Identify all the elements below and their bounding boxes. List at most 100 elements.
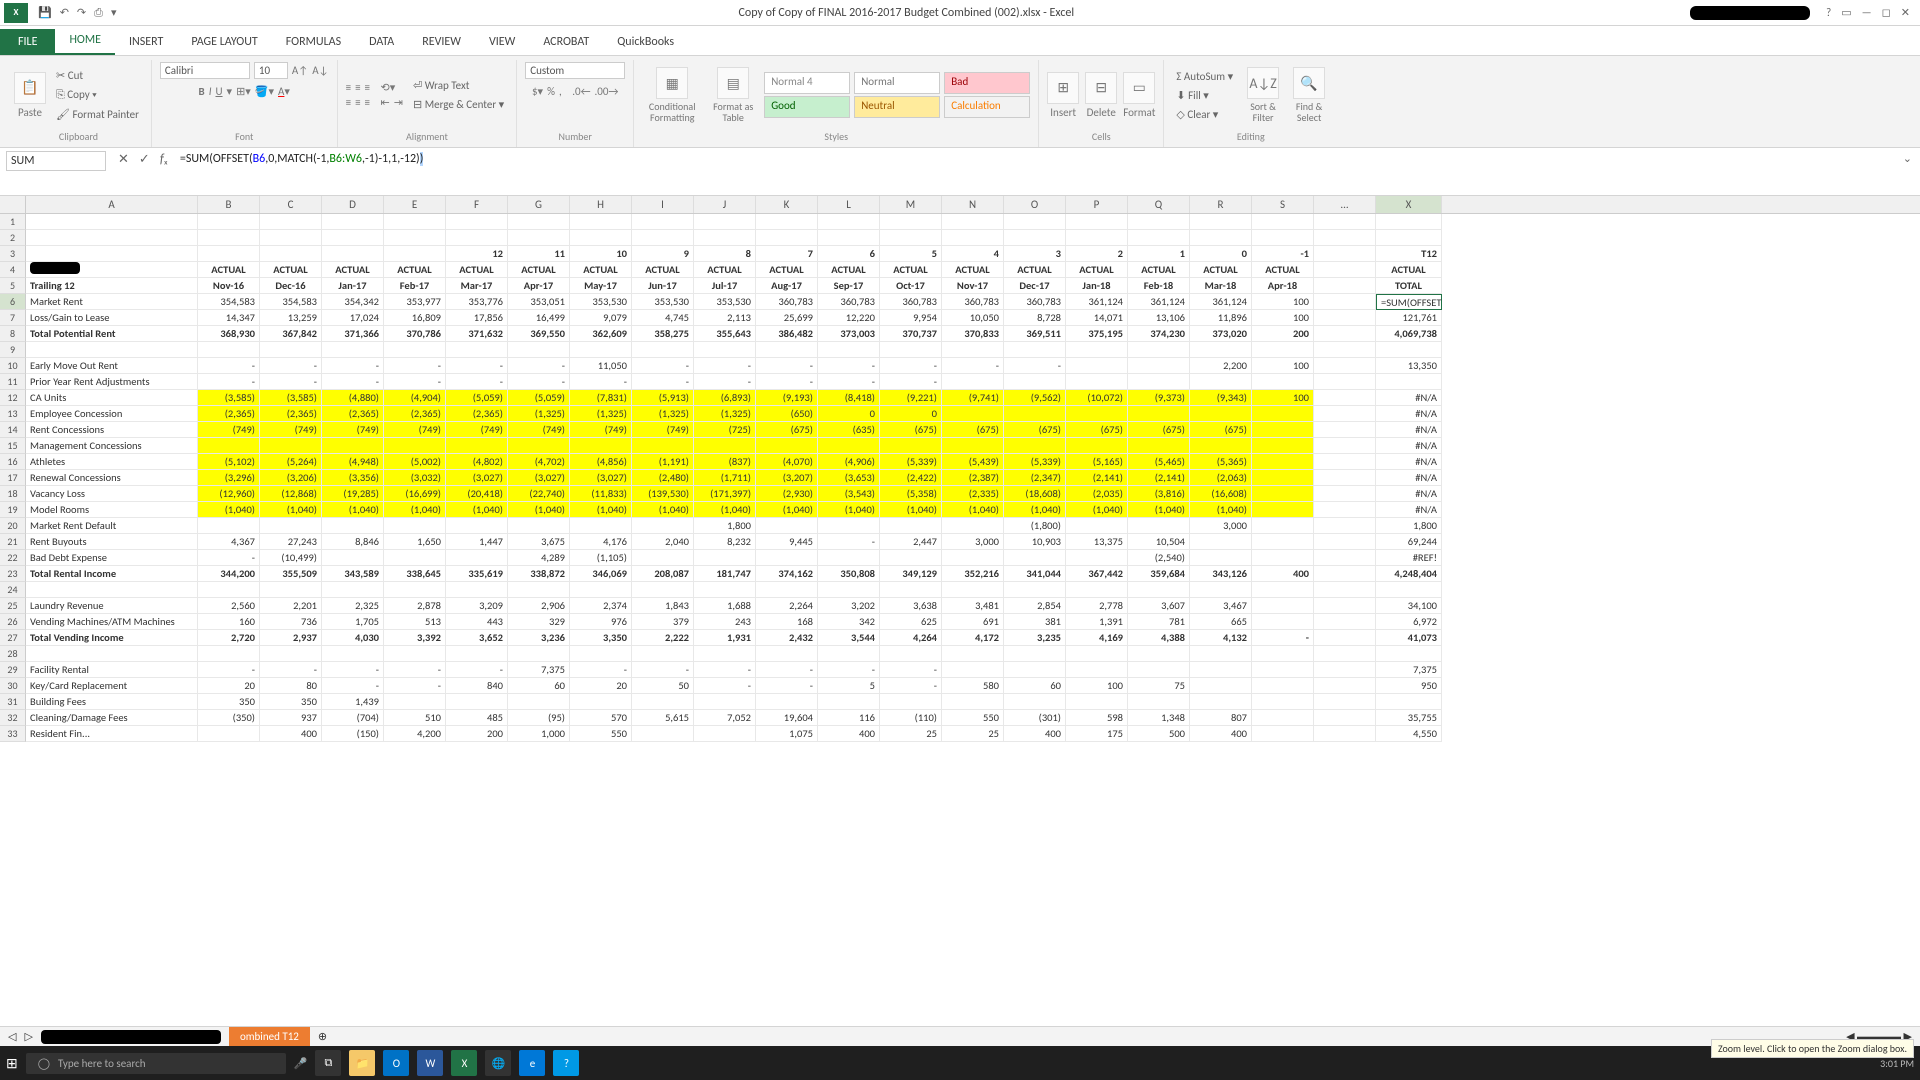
cell-F6[interactable]: 353,776: [446, 294, 508, 310]
cell-B26[interactable]: 160: [198, 614, 260, 630]
cell-H32[interactable]: 570: [570, 710, 632, 726]
cut-button[interactable]: ✂ Cut: [52, 67, 143, 84]
cell-S31[interactable]: [1252, 694, 1314, 710]
cell-G27[interactable]: 3,236: [508, 630, 570, 646]
cell-M14[interactable]: (675): [880, 422, 942, 438]
col-header-E[interactable]: E: [384, 196, 446, 213]
row-header-10[interactable]: 10: [0, 358, 26, 374]
row-header-22[interactable]: 22: [0, 550, 26, 566]
cell-C29[interactable]: -: [260, 662, 322, 678]
cell-...29[interactable]: [1314, 662, 1376, 678]
col-header-J[interactable]: J: [694, 196, 756, 213]
cell-F30[interactable]: 840: [446, 678, 508, 694]
cell-X24[interactable]: [1376, 582, 1442, 598]
col-header-R[interactable]: R: [1190, 196, 1252, 213]
cell-O10[interactable]: -: [1004, 358, 1066, 374]
cell-O7[interactable]: 8,728: [1004, 310, 1066, 326]
system-tray[interactable]: 3:01 PM: [1880, 1057, 1914, 1070]
cell-B23[interactable]: 344,200: [198, 566, 260, 582]
cell-L9[interactable]: [818, 342, 880, 358]
cell-K7[interactable]: 25,699: [756, 310, 818, 326]
cell-D6[interactable]: 354,342: [322, 294, 384, 310]
cell-L27[interactable]: 3,544: [818, 630, 880, 646]
cell-E8[interactable]: 370,786: [384, 326, 446, 342]
cell-M19[interactable]: (1,040): [880, 502, 942, 518]
cell-H1[interactable]: [570, 214, 632, 230]
cell-P24[interactable]: [1066, 582, 1128, 598]
style-normal4[interactable]: Normal 4: [764, 72, 850, 94]
cell-C8[interactable]: 367,842: [260, 326, 322, 342]
row-header-28[interactable]: 28: [0, 646, 26, 662]
window-controls[interactable]: ? ▭ — ◻ ✕: [1816, 6, 1920, 19]
cell-S30[interactable]: [1252, 678, 1314, 694]
cell-I30[interactable]: 50: [632, 678, 694, 694]
cell-...15[interactable]: [1314, 438, 1376, 454]
cell-X1[interactable]: [1376, 214, 1442, 230]
cell-Q24[interactable]: [1128, 582, 1190, 598]
cell-S1[interactable]: [1252, 214, 1314, 230]
cell-P3[interactable]: 2: [1066, 246, 1128, 262]
cell-I4[interactable]: ACTUAL: [632, 262, 694, 278]
cell-D9[interactable]: [322, 342, 384, 358]
cell-...5[interactable]: [1314, 278, 1376, 294]
cell-Q9[interactable]: [1128, 342, 1190, 358]
cell-A23[interactable]: Total Rental Income: [26, 566, 198, 582]
cell-D31[interactable]: 1,439: [322, 694, 384, 710]
cell-A24[interactable]: [26, 582, 198, 598]
cell-F11[interactable]: -: [446, 374, 508, 390]
cell-G2[interactable]: [508, 230, 570, 246]
cell-G31[interactable]: [508, 694, 570, 710]
row-header-29[interactable]: 29: [0, 662, 26, 678]
cell-S26[interactable]: [1252, 614, 1314, 630]
cell-J29[interactable]: -: [694, 662, 756, 678]
undo-icon[interactable]: ↶: [60, 6, 69, 20]
col-header-O[interactable]: O: [1004, 196, 1066, 213]
cell-C25[interactable]: 2,201: [260, 598, 322, 614]
cell-J25[interactable]: 1,688: [694, 598, 756, 614]
row-header-24[interactable]: 24: [0, 582, 26, 598]
cell-D10[interactable]: -: [322, 358, 384, 374]
cell-Q11[interactable]: [1128, 374, 1190, 390]
cell-H18[interactable]: (11,833): [570, 486, 632, 502]
cell-H3[interactable]: 10: [570, 246, 632, 262]
row-header-18[interactable]: 18: [0, 486, 26, 502]
cell-G28[interactable]: [508, 646, 570, 662]
cell-N4[interactable]: ACTUAL: [942, 262, 1004, 278]
cell-P11[interactable]: [1066, 374, 1128, 390]
cell-E20[interactable]: [384, 518, 446, 534]
col-header-X[interactable]: X: [1376, 196, 1442, 213]
cell-E3[interactable]: [384, 246, 446, 262]
italic-button[interactable]: I: [209, 85, 212, 98]
cell-G11[interactable]: -: [508, 374, 570, 390]
cell-M11[interactable]: -: [880, 374, 942, 390]
cell-K11[interactable]: -: [756, 374, 818, 390]
cortana-icon[interactable]: ◯: [38, 1057, 50, 1070]
cell-E28[interactable]: [384, 646, 446, 662]
cell-D1[interactable]: [322, 214, 384, 230]
cell-...3[interactable]: [1314, 246, 1376, 262]
cell-H21[interactable]: 4,176: [570, 534, 632, 550]
cell-L14[interactable]: (635): [818, 422, 880, 438]
style-neutral[interactable]: Neutral: [854, 96, 940, 118]
cell-A15[interactable]: Management Concessions: [26, 438, 198, 454]
cell-F8[interactable]: 371,632: [446, 326, 508, 342]
cell-R17[interactable]: (2,063): [1190, 470, 1252, 486]
cell-M1[interactable]: [880, 214, 942, 230]
cell-N29[interactable]: [942, 662, 1004, 678]
cell-F15[interactable]: [446, 438, 508, 454]
cell-K1[interactable]: [756, 214, 818, 230]
cell-F23[interactable]: 335,619: [446, 566, 508, 582]
cell-R29[interactable]: [1190, 662, 1252, 678]
cell-R3[interactable]: 0: [1190, 246, 1252, 262]
cell-X8[interactable]: 4,069,738: [1376, 326, 1442, 342]
tab-view[interactable]: VIEW: [475, 29, 529, 55]
cell-I6[interactable]: 353,530: [632, 294, 694, 310]
style-calculation[interactable]: Calculation: [944, 96, 1030, 118]
cell-X13[interactable]: #N/A: [1376, 406, 1442, 422]
cell-L15[interactable]: [818, 438, 880, 454]
cell-X11[interactable]: [1376, 374, 1442, 390]
cell-E30[interactable]: -: [384, 678, 446, 694]
cell-C21[interactable]: 27,243: [260, 534, 322, 550]
row-header-33[interactable]: 33: [0, 726, 26, 742]
cell-G10[interactable]: -: [508, 358, 570, 374]
